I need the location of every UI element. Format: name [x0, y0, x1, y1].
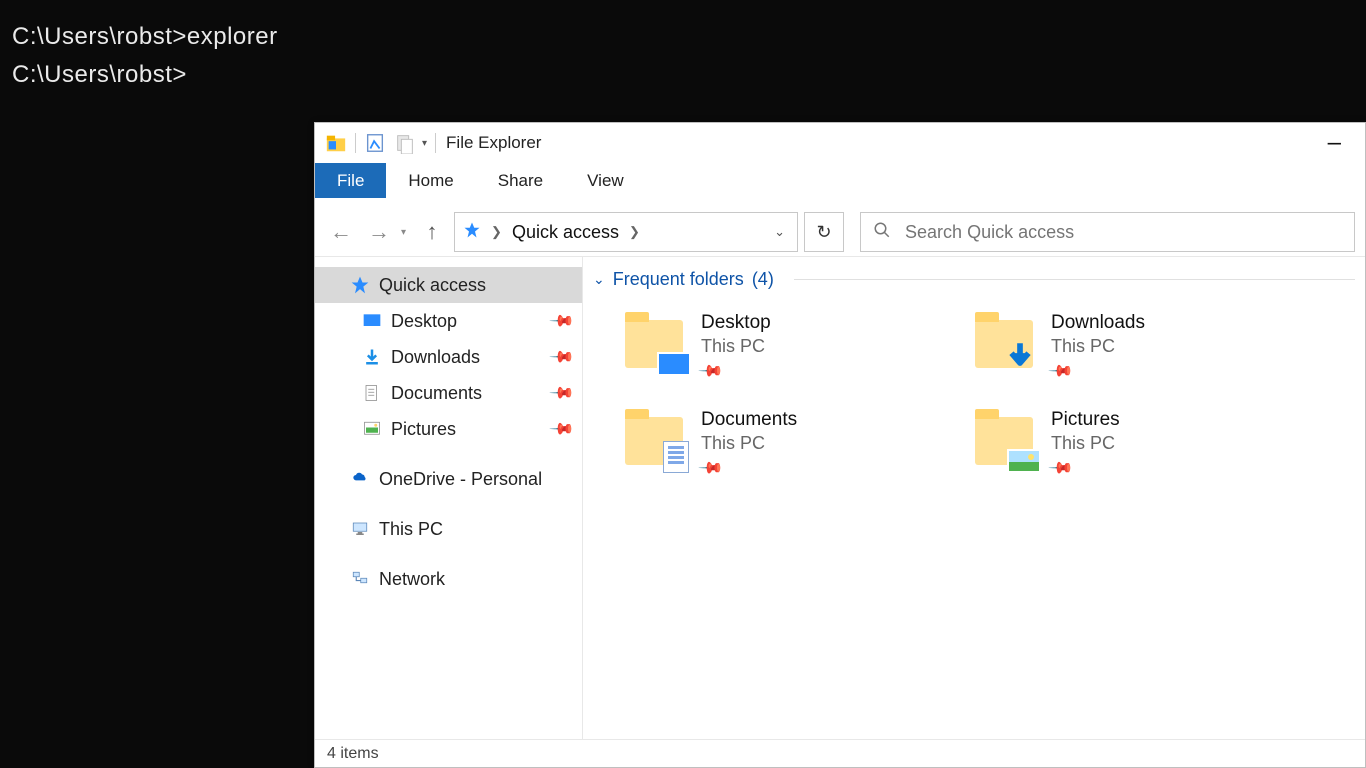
picture-icon	[361, 418, 383, 440]
sidebar-item-label: Pictures	[391, 419, 456, 440]
folder-icon	[975, 409, 1037, 471]
search-input[interactable]	[905, 222, 1342, 243]
tab-view[interactable]: View	[565, 163, 646, 198]
content-area[interactable]: ⌄ Frequent folders (4) Desktop This PC 📌	[583, 257, 1365, 739]
back-button[interactable]: ←	[325, 216, 357, 248]
nav-pane[interactable]: Quick access Desktop 📌 Downloads 📌	[315, 257, 583, 739]
file-explorer-window[interactable]: ▾ File Explorer – File Home Share View ←…	[314, 122, 1366, 768]
status-bar: 4 items	[315, 739, 1365, 767]
sidebar-item-label: Documents	[391, 383, 482, 404]
forward-button[interactable]: →	[363, 216, 395, 248]
terminal-line: C:\Users\robst>explorer	[12, 18, 1354, 56]
minimize-button[interactable]: –	[1310, 129, 1359, 157]
nav-row: ← → ▾ ↑ ❯ Quick access ❯ ⌄ ↻	[315, 208, 1365, 256]
sidebar-item-label: Downloads	[391, 347, 480, 368]
sidebar-item-this-pc[interactable]: This PC	[315, 511, 582, 547]
computer-icon	[349, 518, 371, 540]
pin-icon: 📌	[548, 307, 576, 335]
pin-icon: 📌	[697, 454, 725, 482]
tile-sub: This PC	[701, 336, 771, 357]
chevron-right-icon[interactable]: ❯	[491, 224, 502, 240]
tile-name: Pictures	[1051, 409, 1120, 431]
sidebar-item-quick-access[interactable]: Quick access	[315, 267, 582, 303]
tile-sub: This PC	[1051, 433, 1120, 454]
pin-icon: 📌	[548, 379, 576, 407]
sidebar-item-network[interactable]: Network	[315, 561, 582, 597]
address-bar[interactable]: ❯ Quick access ❯ ⌄	[454, 212, 798, 252]
sidebar-item-desktop[interactable]: Desktop 📌	[315, 303, 582, 339]
tab-share[interactable]: Share	[476, 163, 565, 198]
qat-dropdown-icon[interactable]: ▾	[422, 138, 427, 149]
network-icon	[349, 568, 371, 590]
separator	[355, 133, 356, 153]
pin-icon: 📌	[1047, 357, 1075, 385]
tab-home[interactable]: Home	[386, 163, 475, 198]
refresh-button[interactable]: ↻	[804, 212, 844, 252]
pin-icon: 📌	[548, 343, 576, 371]
ribbon-tabs: File Home Share View	[315, 163, 1365, 199]
pin-icon: 📌	[697, 357, 725, 385]
section-count: (4)	[752, 269, 774, 290]
sidebar-item-label: Network	[379, 569, 445, 590]
window-title: File Explorer	[446, 133, 541, 153]
tile-pictures[interactable]: Pictures This PC 📌	[975, 409, 1305, 478]
explorer-icon	[325, 132, 347, 154]
tile-sub: This PC	[1051, 336, 1145, 357]
tile-name: Documents	[701, 409, 797, 431]
breadcrumb[interactable]: Quick access	[512, 222, 619, 243]
search-icon	[873, 221, 891, 244]
up-button[interactable]: ↑	[416, 216, 448, 248]
tile-downloads[interactable]: Downloads This PC 📌	[975, 312, 1305, 381]
tile-name: Desktop	[701, 312, 771, 334]
tile-name: Downloads	[1051, 312, 1145, 334]
item-count: 4 items	[327, 745, 379, 763]
section-title: Frequent folders	[613, 269, 744, 290]
pin-icon: 📌	[1047, 454, 1075, 482]
sidebar-item-pictures[interactable]: Pictures 📌	[315, 411, 582, 447]
cloud-icon	[349, 468, 371, 490]
document-icon	[361, 382, 383, 404]
sidebar-item-label: Desktop	[391, 311, 457, 332]
desktop-icon	[361, 310, 383, 332]
folder-icon	[975, 312, 1037, 374]
sidebar-item-onedrive[interactable]: OneDrive - Personal	[315, 461, 582, 497]
search-box[interactable]	[860, 212, 1355, 252]
download-arrow-icon	[1003, 339, 1037, 378]
pin-icon: 📌	[548, 415, 576, 443]
tile-sub: This PC	[701, 433, 797, 454]
download-icon	[361, 346, 383, 368]
tile-desktop[interactable]: Desktop This PC 📌	[625, 312, 955, 381]
chevron-right-icon[interactable]: ❯	[629, 224, 640, 240]
section-header-frequent[interactable]: ⌄ Frequent folders (4)	[593, 269, 1355, 290]
folder-icon	[625, 312, 687, 374]
tab-file[interactable]: File	[315, 163, 386, 198]
star-icon	[349, 274, 371, 296]
properties-icon[interactable]	[364, 132, 386, 154]
sidebar-item-label: This PC	[379, 519, 443, 540]
tile-documents[interactable]: Documents This PC 📌	[625, 409, 955, 478]
star-icon	[463, 221, 481, 244]
history-dropdown-icon[interactable]: ▾	[401, 227, 406, 238]
sidebar-item-documents[interactable]: Documents 📌	[315, 375, 582, 411]
titlebar[interactable]: ▾ File Explorer –	[315, 123, 1365, 163]
sidebar-item-downloads[interactable]: Downloads 📌	[315, 339, 582, 375]
sidebar-item-label: Quick access	[379, 275, 486, 296]
terminal-line: C:\Users\robst>	[12, 56, 1354, 94]
folder-icon	[625, 409, 687, 471]
sidebar-item-label: OneDrive - Personal	[379, 469, 542, 490]
new-folder-icon[interactable]	[394, 132, 416, 154]
chevron-down-icon[interactable]: ⌄	[593, 271, 605, 288]
address-dropdown-icon[interactable]: ⌄	[766, 224, 793, 240]
separator	[435, 133, 436, 153]
